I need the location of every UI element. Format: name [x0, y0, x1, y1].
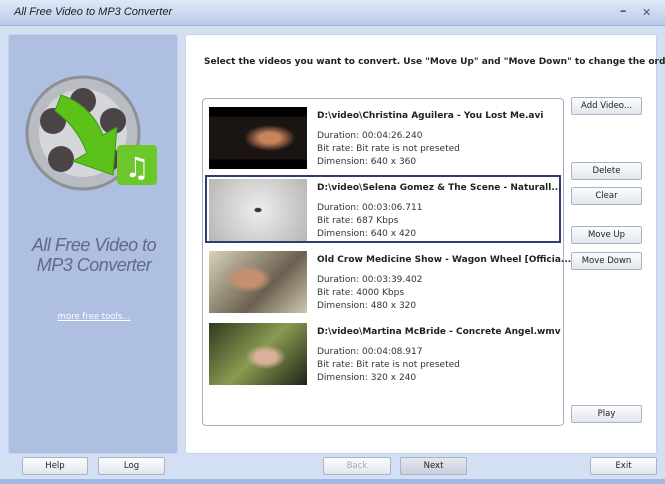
video-duration: Duration: 00:03:06.711 [317, 203, 423, 213]
video-thumbnail [209, 251, 307, 313]
play-button[interactable]: Play [571, 405, 642, 423]
video-list[interactable]: D:\video\Christina Aguilera - You Lost M… [202, 98, 571, 426]
help-button[interactable]: Help [22, 457, 88, 475]
video-name: Old Crow Medicine Show - Wagon Wheel [Of… [317, 255, 572, 265]
video-dimension: Dimension: 640 x 420 [317, 229, 417, 239]
log-button[interactable]: Log [98, 457, 165, 475]
close-icon[interactable]: ✕ [642, 6, 651, 19]
svg-text:♫: ♫ [124, 151, 149, 184]
video-bitrate: Bit rate: Bit rate is not preseted [317, 360, 460, 370]
video-duration: Duration: 00:04:08.917 [317, 347, 423, 357]
logo-text: All Free Video to MP3 Converter [31, 235, 157, 275]
video-name: D:\video\Selena Gomez & The Scene - Natu… [317, 183, 562, 193]
video-list-item[interactable]: D:\video\Selena Gomez & The Scene - Natu… [205, 175, 562, 243]
video-name: D:\video\Martina McBride - Concrete Ange… [317, 327, 561, 337]
title-bar: All Free Video to MP3 Converter – ✕ [0, 0, 665, 26]
main-panel: Select the videos you want to convert. U… [185, 34, 665, 454]
video-bitrate: Bit rate: Bit rate is not preseted [317, 144, 460, 154]
video-name: D:\video\Christina Aguilera - You Lost M… [317, 111, 544, 121]
video-list-item[interactable]: Old Crow Medicine Show - Wagon Wheel [Of… [205, 247, 571, 315]
video-bitrate: Bit rate: 4000 Kbps [317, 288, 405, 298]
move-down-button[interactable]: Move Down [571, 252, 642, 270]
minimize-icon[interactable]: – [620, 4, 627, 19]
video-thumbnail [209, 179, 307, 241]
delete-button[interactable]: Delete [571, 162, 642, 180]
more-free-tools-link[interactable]: more free tools... [9, 312, 179, 322]
video-list-item[interactable]: D:\video\Martina McBride - Concrete Ange… [205, 319, 561, 387]
clear-button[interactable]: Clear [571, 187, 642, 205]
video-bitrate: Bit rate: 687 Kbps [317, 216, 399, 226]
add-video-button[interactable]: Add Video... [571, 97, 642, 115]
video-dimension: Dimension: 640 x 360 [317, 157, 417, 167]
next-button[interactable]: Next [400, 457, 467, 475]
video-thumbnail [209, 107, 307, 169]
window-title: All Free Video to MP3 Converter [14, 6, 173, 18]
sidebar: ♫ All Free Video to MP3 Converter more fr… [8, 34, 178, 454]
video-thumbnail [209, 323, 307, 385]
video-duration: Duration: 00:03:39.402 [317, 275, 423, 285]
video-list-item[interactable]: D:\video\Christina Aguilera - You Lost M… [205, 103, 561, 171]
window-bottom-border [0, 479, 665, 484]
exit-button[interactable]: Exit [590, 457, 657, 475]
move-up-button[interactable]: Move Up [571, 226, 642, 244]
app-logo-icon: ♫ [25, 75, 157, 191]
video-dimension: Dimension: 320 x 240 [317, 373, 417, 383]
instruction-text: Select the videos you want to convert. U… [204, 57, 665, 67]
video-dimension: Dimension: 480 x 320 [317, 301, 417, 311]
video-duration: Duration: 00:04:26.240 [317, 131, 423, 141]
back-button[interactable]: Back [323, 457, 391, 475]
